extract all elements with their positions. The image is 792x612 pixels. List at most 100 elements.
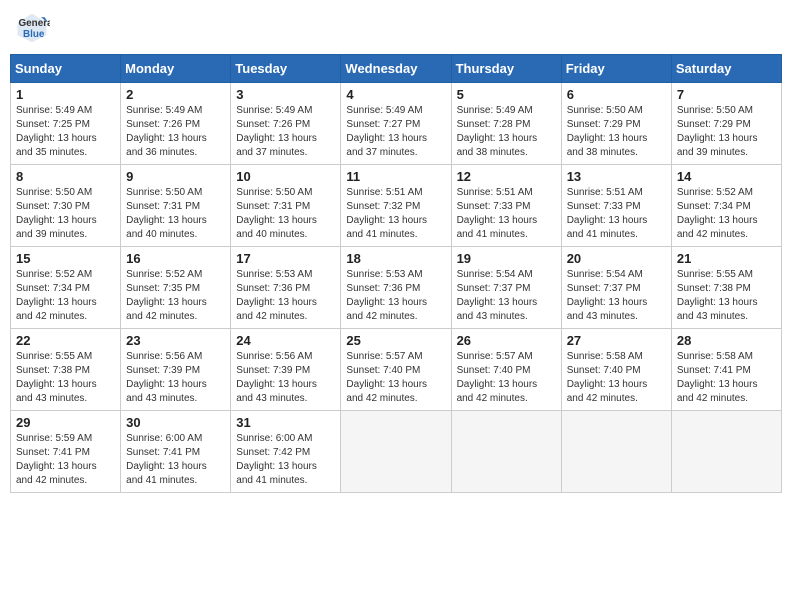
- day-number: 13: [567, 169, 666, 184]
- calendar-cell: 7 Sunrise: 5:50 AM Sunset: 7:29 PM Daylig…: [671, 83, 781, 165]
- day-number: 10: [236, 169, 335, 184]
- day-info: Sunrise: 5:49 AM Sunset: 7:28 PM Dayligh…: [457, 104, 556, 160]
- day-number: 20: [567, 251, 666, 266]
- day-info: Sunrise: 5:51 AM Sunset: 7:33 PM Dayligh…: [457, 186, 556, 242]
- calendar-cell: 28Sunrise: 5:58 AM Sunset: 7:41 PM Dayli…: [671, 329, 781, 411]
- calendar-cell: 26 Sunrise: 5:57 AM Sunset: 7:40 PM Dayli…: [451, 329, 561, 411]
- calendar-cell: 22 Sunrise: 5:55 AM Sunset: 7:38 PM Dayli…: [11, 329, 121, 411]
- day-number: 19: [457, 251, 556, 266]
- calendar-week-3: 15 Sunrise: 5:52 AM Sunset: 7:34 PM Dayli…: [11, 247, 782, 329]
- day-info: Sunrise: 6:00 AM Sunset: 7:41 PM Dayligh…: [126, 432, 225, 488]
- day-info: Sunrise: 5:50 AM Sunset: 7:29 PM Dayligh…: [677, 104, 776, 160]
- day-info: Sunrise: 5:53 AM Sunset: 7:36 PM Dayligh…: [236, 268, 335, 324]
- day-number: 21: [677, 251, 776, 266]
- calendar-cell: 13 Sunrise: 5:51 AM Sunset: 7:33 PM Dayli…: [561, 165, 671, 247]
- day-number: 11: [346, 169, 445, 184]
- day-number: 5: [457, 87, 556, 102]
- day-number: 1: [16, 87, 115, 102]
- calendar-cell: 6 Sunrise: 5:50 AM Sunset: 7:29 PM Daylig…: [561, 83, 671, 165]
- day-info: Sunrise: 5:49 AM Sunset: 7:26 PM Dayligh…: [126, 104, 225, 160]
- day-number: 26: [457, 333, 556, 348]
- day-info: Sunrise: 5:52 AM Sunset: 7:35 PM Dayligh…: [126, 268, 225, 324]
- day-number: 24: [236, 333, 335, 348]
- calendar-cell: 27Sunrise: 5:58 AM Sunset: 7:40 PM Dayli…: [561, 329, 671, 411]
- calendar-cell: 19 Sunrise: 5:54 AM Sunset: 7:37 PM Dayli…: [451, 247, 561, 329]
- col-header-sunday: Sunday: [11, 55, 121, 83]
- calendar-cell: [671, 411, 781, 493]
- calendar-cell: 30Sunrise: 6:00 AM Sunset: 7:41 PM Dayli…: [121, 411, 231, 493]
- day-number: 31: [236, 415, 335, 430]
- day-number: 8: [16, 169, 115, 184]
- day-info: Sunrise: 5:58 AM Sunset: 7:41 PM Dayligh…: [677, 350, 776, 406]
- day-number: 29: [16, 415, 115, 430]
- calendar-week-1: 1 Sunrise: 5:49 AM Sunset: 7:25 PM Daylig…: [11, 83, 782, 165]
- calendar-header-row: SundayMondayTuesdayWednesdayThursdayFrid…: [11, 55, 782, 83]
- day-info: Sunrise: 5:57 AM Sunset: 7:40 PM Dayligh…: [346, 350, 445, 406]
- day-info: Sunrise: 5:52 AM Sunset: 7:34 PM Dayligh…: [16, 268, 115, 324]
- day-info: Sunrise: 5:50 AM Sunset: 7:29 PM Dayligh…: [567, 104, 666, 160]
- day-info: Sunrise: 5:54 AM Sunset: 7:37 PM Dayligh…: [567, 268, 666, 324]
- calendar-cell: 29Sunrise: 5:59 AM Sunset: 7:41 PM Dayli…: [11, 411, 121, 493]
- calendar-cell: 2 Sunrise: 5:49 AM Sunset: 7:26 PM Daylig…: [121, 83, 231, 165]
- calendar-cell: 17Sunrise: 5:53 AM Sunset: 7:36 PM Dayli…: [231, 247, 341, 329]
- calendar-cell: 24 Sunrise: 5:56 AM Sunset: 7:39 PM Dayli…: [231, 329, 341, 411]
- day-number: 2: [126, 87, 225, 102]
- calendar-cell: 31 Sunrise: 6:00 AM Sunset: 7:42 PM Dayli…: [231, 411, 341, 493]
- day-info: Sunrise: 5:55 AM Sunset: 7:38 PM Dayligh…: [16, 350, 115, 406]
- day-number: 16: [126, 251, 225, 266]
- page-header: General Blue: [10, 10, 782, 46]
- logo-icon: General Blue: [14, 10, 50, 46]
- calendar-cell: 11 Sunrise: 5:51 AM Sunset: 7:32 PM Dayli…: [341, 165, 451, 247]
- col-header-monday: Monday: [121, 55, 231, 83]
- col-header-wednesday: Wednesday: [341, 55, 451, 83]
- day-info: Sunrise: 5:57 AM Sunset: 7:40 PM Dayligh…: [457, 350, 556, 406]
- calendar-cell: 21 Sunrise: 5:55 AM Sunset: 7:38 PM Dayli…: [671, 247, 781, 329]
- day-info: Sunrise: 5:52 AM Sunset: 7:34 PM Dayligh…: [677, 186, 776, 242]
- day-number: 6: [567, 87, 666, 102]
- day-info: Sunrise: 5:53 AM Sunset: 7:36 PM Dayligh…: [346, 268, 445, 324]
- calendar-cell: 9 Sunrise: 5:50 AM Sunset: 7:31 PM Daylig…: [121, 165, 231, 247]
- day-number: 18: [346, 251, 445, 266]
- day-info: Sunrise: 5:50 AM Sunset: 7:30 PM Dayligh…: [16, 186, 115, 242]
- calendar-cell: [561, 411, 671, 493]
- day-number: 9: [126, 169, 225, 184]
- calendar-cell: 4Sunrise: 5:49 AM Sunset: 7:27 PM Daylig…: [341, 83, 451, 165]
- calendar-cell: 14 Sunrise: 5:52 AM Sunset: 7:34 PM Dayli…: [671, 165, 781, 247]
- day-info: Sunrise: 6:00 AM Sunset: 7:42 PM Dayligh…: [236, 432, 335, 488]
- day-number: 12: [457, 169, 556, 184]
- day-info: Sunrise: 5:56 AM Sunset: 7:39 PM Dayligh…: [236, 350, 335, 406]
- day-info: Sunrise: 5:49 AM Sunset: 7:25 PM Dayligh…: [16, 104, 115, 160]
- svg-text:Blue: Blue: [23, 29, 45, 40]
- calendar-cell: 15 Sunrise: 5:52 AM Sunset: 7:34 PM Dayli…: [11, 247, 121, 329]
- day-info: Sunrise: 5:58 AM Sunset: 7:40 PM Dayligh…: [567, 350, 666, 406]
- calendar-cell: 8 Sunrise: 5:50 AM Sunset: 7:30 PM Daylig…: [11, 165, 121, 247]
- day-info: Sunrise: 5:49 AM Sunset: 7:27 PM Dayligh…: [346, 104, 445, 160]
- day-number: 22: [16, 333, 115, 348]
- day-info: Sunrise: 5:55 AM Sunset: 7:38 PM Dayligh…: [677, 268, 776, 324]
- calendar-cell: 3Sunrise: 5:49 AM Sunset: 7:26 PM Daylig…: [231, 83, 341, 165]
- day-number: 23: [126, 333, 225, 348]
- day-number: 14: [677, 169, 776, 184]
- col-header-tuesday: Tuesday: [231, 55, 341, 83]
- day-number: 25: [346, 333, 445, 348]
- day-info: Sunrise: 5:54 AM Sunset: 7:37 PM Dayligh…: [457, 268, 556, 324]
- calendar-cell: 25 Sunrise: 5:57 AM Sunset: 7:40 PM Dayli…: [341, 329, 451, 411]
- logo: General Blue: [14, 10, 54, 46]
- col-header-saturday: Saturday: [671, 55, 781, 83]
- day-number: 3: [236, 87, 335, 102]
- day-info: Sunrise: 5:51 AM Sunset: 7:32 PM Dayligh…: [346, 186, 445, 242]
- day-number: 15: [16, 251, 115, 266]
- calendar-week-4: 22 Sunrise: 5:55 AM Sunset: 7:38 PM Dayli…: [11, 329, 782, 411]
- calendar-cell: 1 Sunrise: 5:49 AM Sunset: 7:25 PM Daylig…: [11, 83, 121, 165]
- day-info: Sunrise: 5:50 AM Sunset: 7:31 PM Dayligh…: [126, 186, 225, 242]
- calendar-cell: [341, 411, 451, 493]
- day-info: Sunrise: 5:50 AM Sunset: 7:31 PM Dayligh…: [236, 186, 335, 242]
- day-number: 7: [677, 87, 776, 102]
- calendar-cell: [451, 411, 561, 493]
- col-header-thursday: Thursday: [451, 55, 561, 83]
- calendar-week-5: 29Sunrise: 5:59 AM Sunset: 7:41 PM Dayli…: [11, 411, 782, 493]
- day-info: Sunrise: 5:56 AM Sunset: 7:39 PM Dayligh…: [126, 350, 225, 406]
- calendar-week-2: 8 Sunrise: 5:50 AM Sunset: 7:30 PM Daylig…: [11, 165, 782, 247]
- day-info: Sunrise: 5:51 AM Sunset: 7:33 PM Dayligh…: [567, 186, 666, 242]
- calendar-cell: 5 Sunrise: 5:49 AM Sunset: 7:28 PM Daylig…: [451, 83, 561, 165]
